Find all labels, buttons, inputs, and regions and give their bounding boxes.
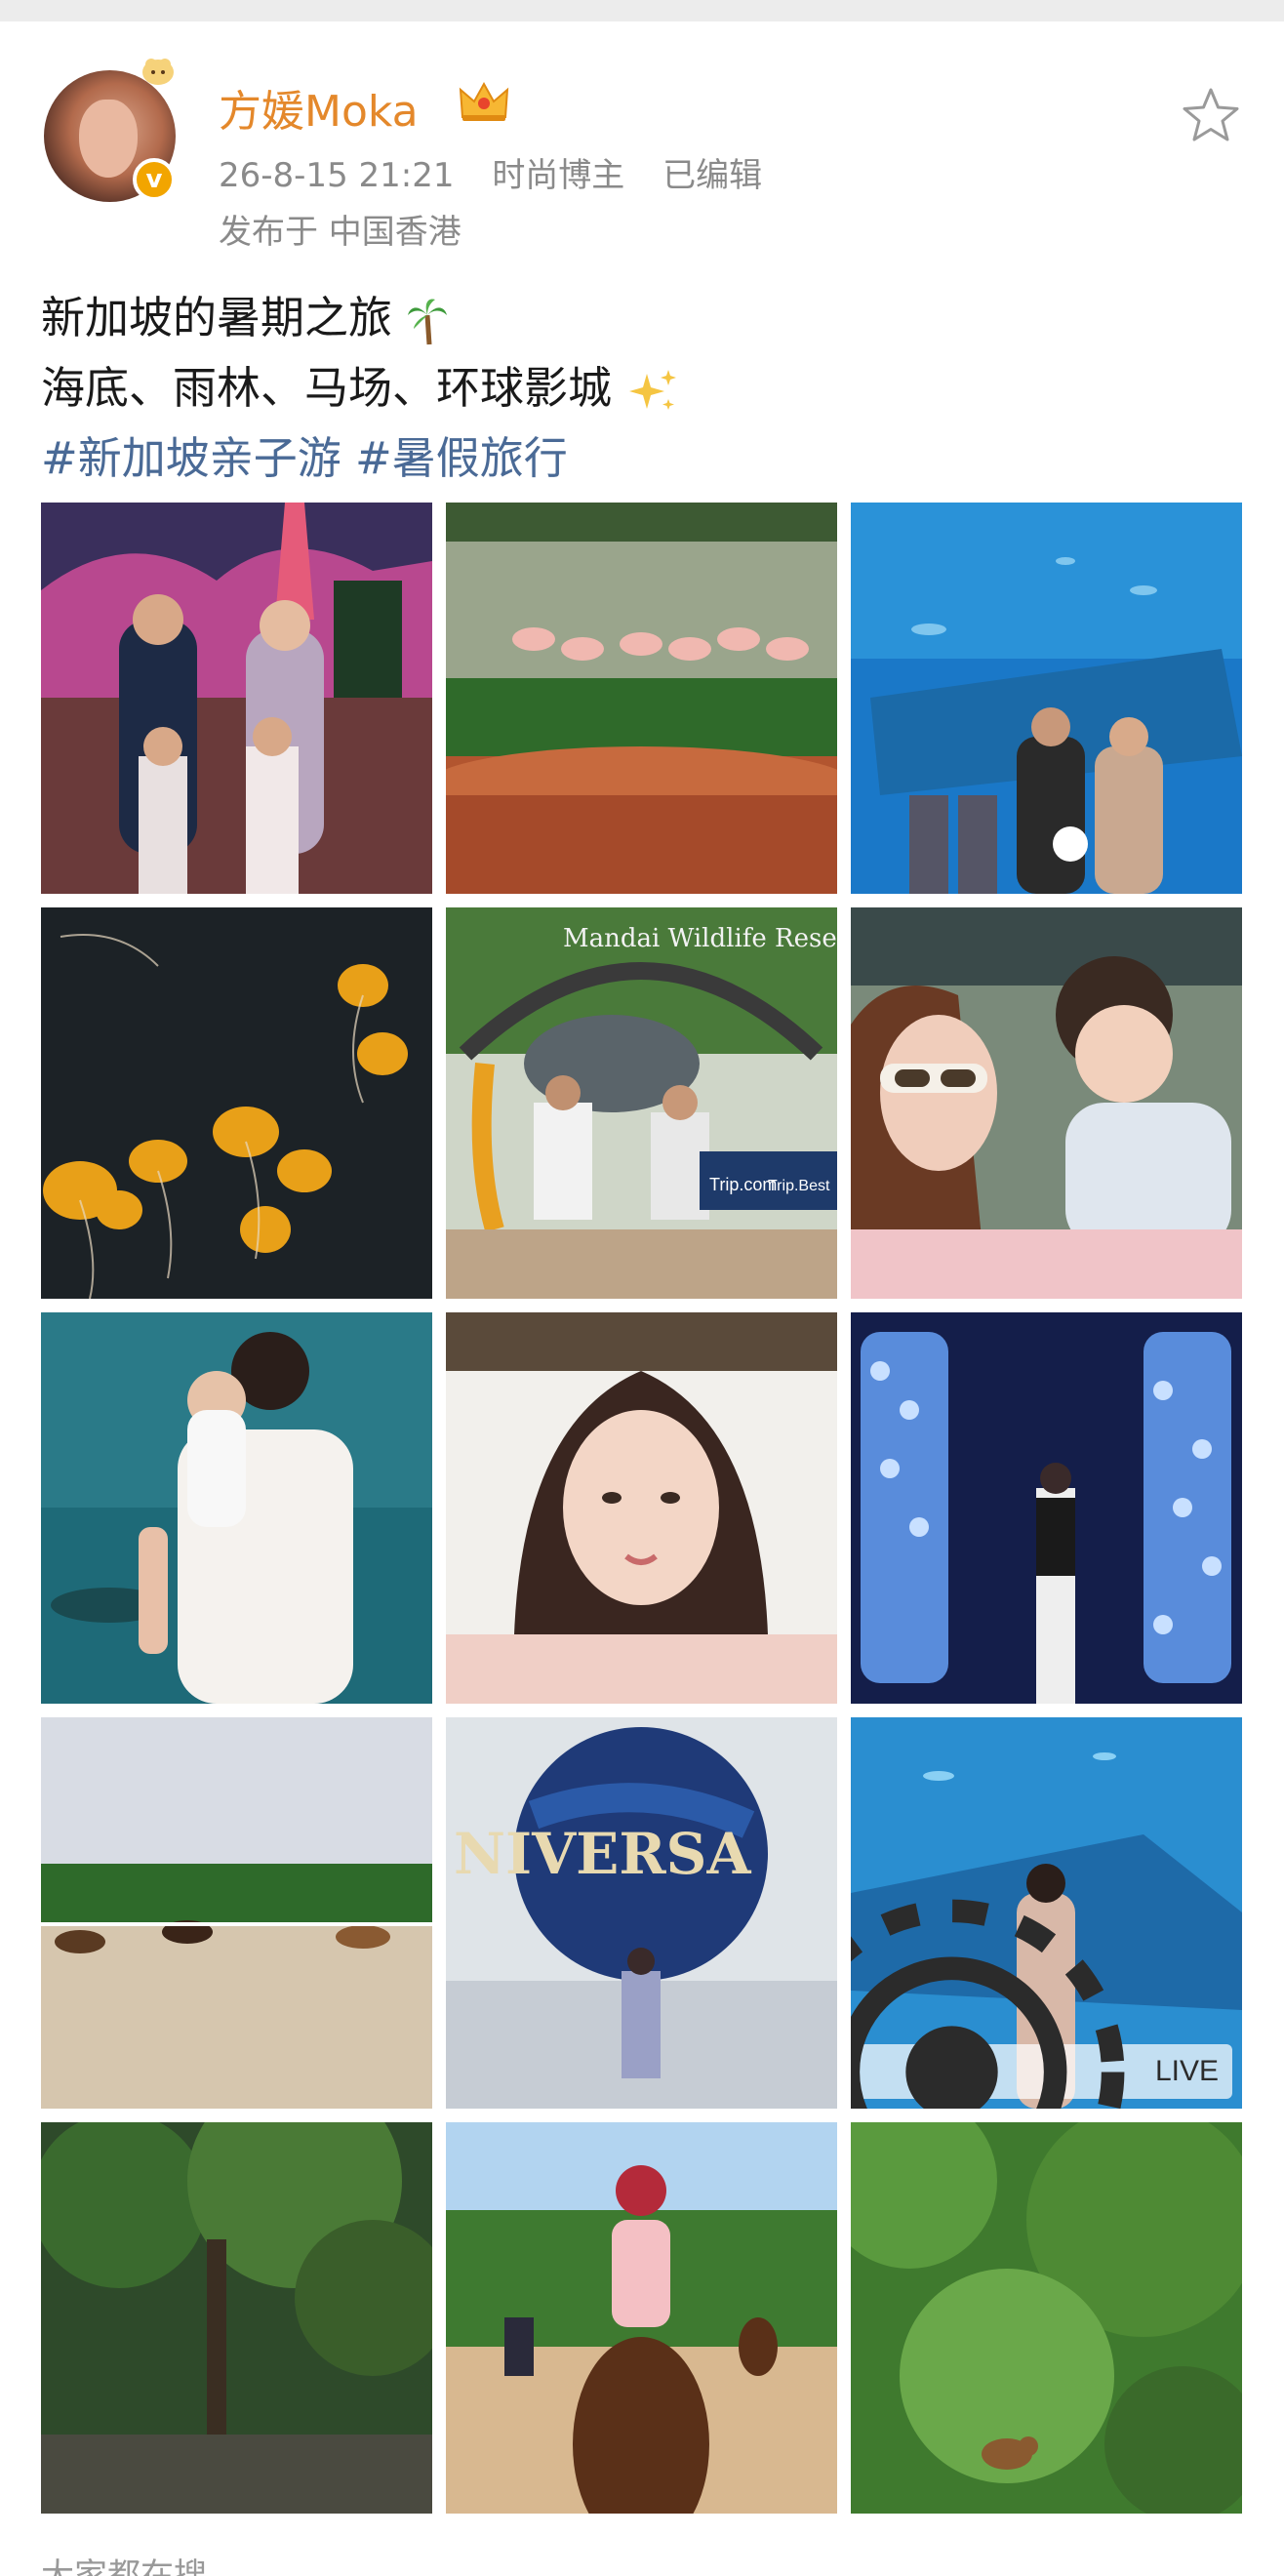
weibo-post-card: v 方媛Moka 26-8-15 21:21 时尚博主 已编辑 发布于 中国香港… [0, 21, 1284, 2576]
photo-image [41, 1312, 432, 1704]
hashtag-link[interactable]: #暑假旅行 [355, 432, 568, 484]
author-category: 时尚博主 [492, 156, 625, 195]
sparkles-icon [629, 370, 677, 410]
footer-search-hint[interactable]: 大家都在搜 [41, 2549, 207, 2576]
live-icon [851, 1899, 1125, 2109]
photo-image [851, 2122, 1242, 2514]
photo-tile-portrait-selfie[interactable] [446, 1312, 837, 1704]
post-date: 26-8-15 21:21 [219, 156, 455, 195]
edited-label: 已编辑 [662, 156, 763, 195]
pet-sticker-icon [142, 59, 174, 85]
photo-tile-family-night-park[interactable] [41, 503, 432, 894]
post-text-line-2: 海底、雨林、马场、环球影城 [41, 353, 1241, 423]
photo-image [851, 503, 1242, 894]
post-text-line-2-content: 海底、雨林、马场、环球影城 [41, 362, 613, 414]
photo-image [41, 503, 432, 894]
photo-image [851, 1312, 1242, 1704]
photo-tile-wildlife-reserve-sign[interactable]: Trip.com Trip.Best Mandai Wildlife Reser… [446, 907, 837, 1299]
photo-image [851, 907, 1242, 1299]
photo-tile-jellyfish[interactable] [41, 907, 432, 1299]
photo-tile-jungle-monkey[interactable] [851, 2122, 1242, 2514]
author-name[interactable]: 方媛Moka [219, 76, 419, 139]
photo-image: Trip.com Trip.Best Mandai Wildlife Reser… [446, 907, 837, 1299]
photo-tile-horse-riding-trail[interactable] [446, 2122, 837, 2514]
photo-tile-aquarium-family[interactable] [851, 503, 1242, 894]
live-label: LIVE [1154, 2055, 1219, 2087]
avatar-face [79, 100, 138, 178]
photo-tile-universal-globe[interactable]: NIVERSA [446, 1717, 837, 2109]
hashtag-link[interactable]: #新加坡亲子游 [41, 432, 341, 484]
photo-image [446, 2122, 837, 2514]
photo-image: NIVERSA [446, 1717, 837, 2109]
post-text-line-1: 新加坡的暑期之旅 [41, 283, 1241, 353]
photo-image [446, 1312, 837, 1704]
palm-tree-icon [408, 299, 448, 345]
reserve-sign-text: Mandai Wildlife Reserve [563, 924, 837, 953]
status-bar-strip [0, 0, 1284, 21]
photo-image [446, 503, 837, 894]
photo-tile-father-child-aquarium[interactable] [41, 1312, 432, 1704]
post-text: 新加坡的暑期之旅 海底、雨林、马场、环球影城 #新加坡亲子游 #暑假旅行 [41, 283, 1241, 494]
photo-tile-aquarium-woman[interactable]: LIVE [851, 1717, 1242, 2109]
live-photo-badge: LIVE [851, 1899, 1232, 2109]
sponsor-text: Trip.Best [768, 1178, 830, 1194]
photo-tile-rainforest[interactable] [41, 2122, 432, 2514]
verified-badge-icon: v [133, 158, 176, 201]
photo-image [41, 907, 432, 1299]
photo-tile-light-installation[interactable] [851, 1312, 1242, 1704]
post-hashtags: #新加坡亲子游 #暑假旅行 [41, 423, 1241, 494]
photo-image [41, 2122, 432, 2514]
photo-tile-flamingos[interactable] [446, 503, 837, 894]
star-icon[interactable] [1179, 84, 1243, 148]
photo-tile-horse-field[interactable] [41, 1717, 432, 2109]
post-location: 发布于 中国香港 [219, 213, 461, 252]
universal-sign-text: NIVERSA [454, 1821, 751, 1887]
post-meta: 26-8-15 21:21 时尚博主 已编辑 [219, 148, 789, 196]
sponsor-text: Trip.com [709, 1175, 777, 1194]
photo-tile-mother-baby-selfie[interactable] [851, 907, 1242, 1299]
photo-image [41, 1717, 432, 2109]
post-text-line-1-content: 新加坡的暑期之旅 [41, 292, 393, 343]
crown-icon [459, 81, 509, 121]
